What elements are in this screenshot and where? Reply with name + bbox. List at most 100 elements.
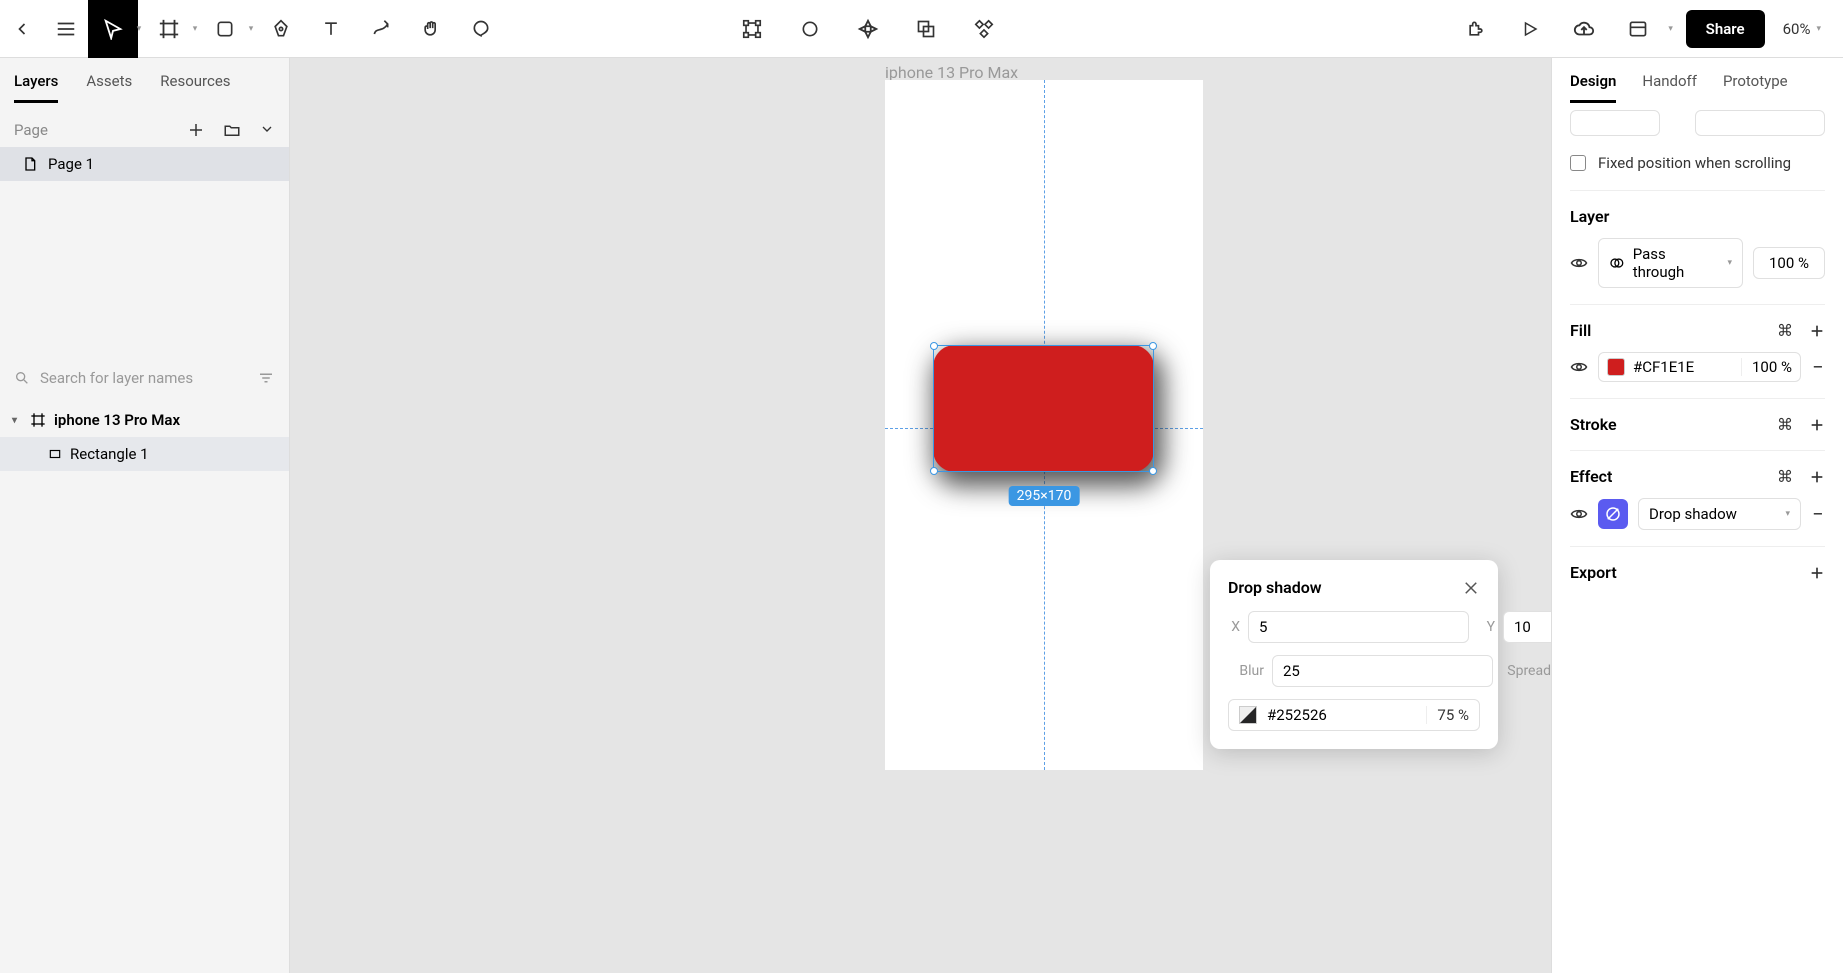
menu-button[interactable]	[44, 0, 88, 58]
left-panel-tabs: Layers Assets Resources	[0, 58, 289, 103]
artboard[interactable]: 295×170	[885, 80, 1203, 770]
layer-tree: ▾ iphone 13 Pro Max Rectangle 1	[0, 395, 289, 479]
rectangle-tool[interactable]	[200, 0, 250, 58]
pen-tool[interactable]	[256, 0, 306, 58]
zoom-value: 60%	[1783, 20, 1811, 38]
clipped-box-right[interactable]	[1695, 110, 1825, 136]
blend-mode-select[interactable]: Pass through ▾	[1598, 238, 1743, 288]
add-stroke-button[interactable]	[1809, 417, 1825, 433]
hand-tool[interactable]	[406, 0, 456, 58]
tab-layers[interactable]: Layers	[14, 72, 58, 103]
effect-type-select[interactable]: Drop shadow ▾	[1638, 498, 1801, 530]
fill-color-control[interactable]: #CF1E1E 100 %	[1598, 352, 1801, 382]
align-tool[interactable]	[846, 0, 890, 58]
layout-dropdown[interactable]: ▾	[1666, 24, 1676, 34]
tree-frame-item[interactable]: ▾ iphone 13 Pro Max	[0, 403, 289, 437]
tab-prototype[interactable]: Prototype	[1723, 72, 1788, 103]
layer-search-input[interactable]	[40, 369, 247, 387]
resize-handle-bl[interactable]	[930, 467, 938, 475]
stroke-section: Stroke ⌘	[1570, 399, 1825, 451]
fill-swatch[interactable]	[1607, 358, 1625, 376]
effect-title: Effect	[1570, 467, 1612, 486]
popup-y-label: Y	[1483, 619, 1495, 635]
fixed-position-label: Fixed position when scrolling	[1598, 154, 1791, 172]
comment-tool[interactable]	[456, 0, 506, 58]
tab-handoff[interactable]: Handoff	[1642, 72, 1697, 103]
layer-visibility-toggle[interactable]	[1570, 254, 1588, 272]
layout-button[interactable]	[1616, 0, 1660, 58]
fill-visibility-toggle[interactable]	[1570, 358, 1588, 376]
edit-nodes-tool[interactable]	[730, 0, 774, 58]
popup-y-input[interactable]	[1503, 611, 1551, 643]
dimension-badge: 295×170	[1009, 486, 1080, 506]
tab-resources[interactable]: Resources	[160, 72, 230, 103]
add-export-button[interactable]	[1809, 565, 1825, 581]
layer-section: Layer Pass through ▾ 100 %	[1570, 191, 1825, 305]
popup-x-input[interactable]	[1248, 611, 1469, 643]
popup-color-value[interactable]: #252526	[1267, 706, 1416, 724]
pencil-tool[interactable]	[356, 0, 406, 58]
left-panel: Layers Assets Resources Page Page 1	[0, 58, 290, 973]
resize-handle-br[interactable]	[1149, 467, 1157, 475]
effect-visibility-toggle[interactable]	[1570, 505, 1588, 523]
export-title: Export	[1570, 563, 1617, 582]
remove-fill-button[interactable]: −	[1811, 355, 1825, 379]
layer-search	[0, 361, 289, 395]
filter-button[interactable]	[257, 369, 275, 387]
fill-hex-value[interactable]: #CF1E1E	[1633, 358, 1733, 376]
tree-rectangle-item[interactable]: Rectangle 1	[0, 437, 289, 471]
popup-title: Drop shadow	[1228, 578, 1322, 597]
ellipse-quick-tool[interactable]	[788, 0, 832, 58]
play-button[interactable]	[1508, 0, 1552, 58]
stroke-shortcut-icon[interactable]: ⌘	[1777, 415, 1793, 434]
stroke-title: Stroke	[1570, 415, 1617, 434]
share-button[interactable]: Share	[1686, 10, 1765, 48]
rectangle-tool-dropdown[interactable]: ▾	[246, 24, 256, 34]
plugins-button[interactable]	[1454, 0, 1498, 58]
popup-blur-input[interactable]	[1272, 655, 1493, 687]
add-fill-button[interactable]	[1809, 323, 1825, 339]
popup-x-label: X	[1228, 619, 1240, 635]
collapse-pages-button[interactable]	[259, 121, 275, 139]
canvas[interactable]: iphone 13 Pro Max 295×170 Drop shadow X	[290, 58, 1551, 973]
effect-section: Effect ⌘ Drop shadow ▾	[1570, 451, 1825, 547]
frame-icon	[30, 412, 46, 428]
layer-opacity-input[interactable]: 100 %	[1753, 247, 1825, 279]
folder-button[interactable]	[223, 121, 241, 139]
component-tool[interactable]	[962, 0, 1006, 58]
remove-effect-button[interactable]: −	[1811, 502, 1825, 526]
move-tool-dropdown[interactable]: ▾	[134, 24, 144, 34]
popup-close-button[interactable]	[1462, 579, 1480, 597]
fixed-position-row[interactable]: Fixed position when scrolling	[1570, 146, 1825, 191]
popup-opacity[interactable]: 75 %	[1426, 706, 1469, 724]
frame-tool[interactable]	[144, 0, 194, 58]
tab-assets[interactable]: Assets	[86, 72, 132, 103]
fixed-position-checkbox[interactable]	[1570, 155, 1586, 171]
zoom-control[interactable]: 60% ▾	[1775, 20, 1829, 38]
right-panel-tabs: Design Handoff Prototype	[1552, 58, 1843, 104]
selected-rectangle[interactable]	[933, 345, 1154, 472]
add-page-button[interactable]	[187, 121, 205, 139]
tree-rectangle-label: Rectangle 1	[70, 445, 149, 463]
back-button[interactable]	[0, 0, 44, 58]
popup-color-row[interactable]: #252526 75 %	[1228, 699, 1480, 731]
tree-caret-icon[interactable]: ▾	[12, 415, 22, 426]
popup-color-swatch[interactable]	[1239, 706, 1257, 724]
popup-spread-label: Spread	[1507, 663, 1551, 679]
resize-handle-tr[interactable]	[1149, 342, 1157, 350]
clipped-box-left[interactable]	[1570, 110, 1660, 136]
effect-shortcut-icon[interactable]: ⌘	[1777, 467, 1793, 486]
fill-shortcut-icon[interactable]: ⌘	[1777, 321, 1793, 340]
move-tool[interactable]	[88, 0, 138, 58]
page-item[interactable]: Page 1	[0, 147, 289, 181]
fill-section: Fill ⌘ #CF1E1E 100 % −	[1570, 305, 1825, 399]
frame-tool-dropdown[interactable]: ▾	[190, 24, 200, 34]
text-tool[interactable]	[306, 0, 356, 58]
resize-handle-tl[interactable]	[930, 342, 938, 350]
add-effect-button[interactable]	[1809, 469, 1825, 485]
tab-design[interactable]: Design	[1570, 72, 1616, 103]
effect-settings-button[interactable]	[1598, 499, 1628, 529]
fill-opacity-value[interactable]: 100 %	[1741, 358, 1792, 376]
boolean-tool[interactable]	[904, 0, 948, 58]
cloud-upload-button[interactable]	[1562, 0, 1606, 58]
